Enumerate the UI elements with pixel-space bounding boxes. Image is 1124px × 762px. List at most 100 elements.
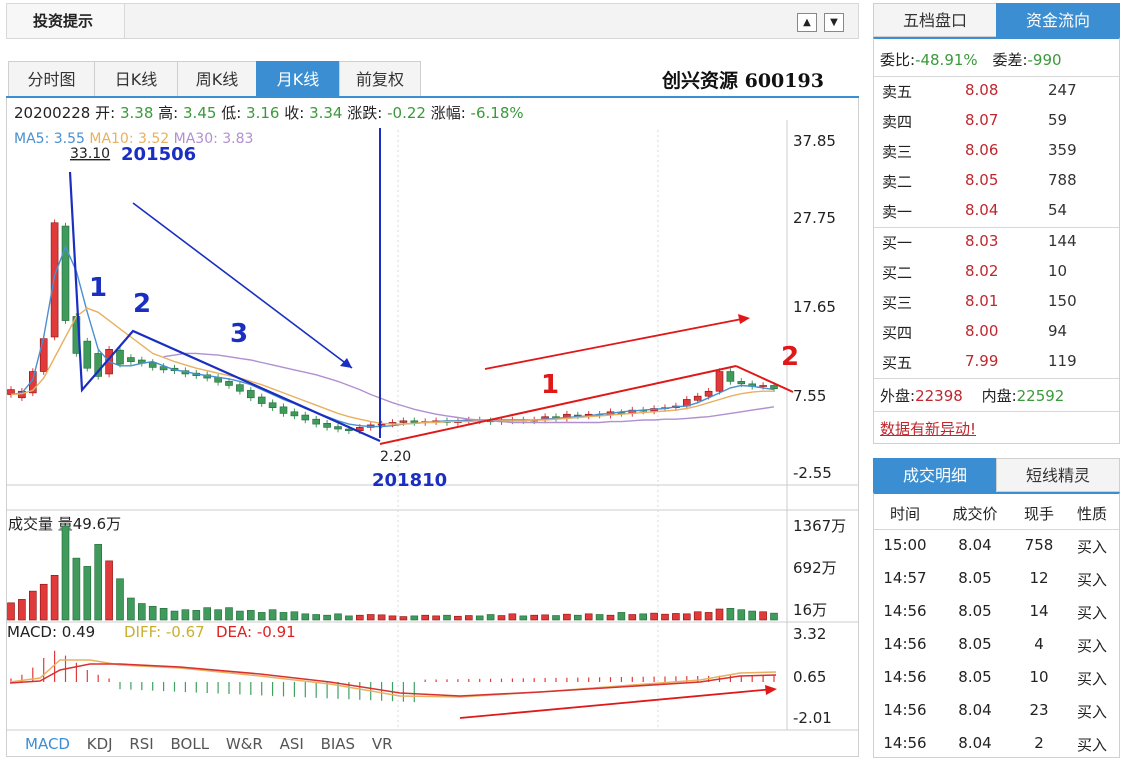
trade-volume: 12	[1029, 569, 1049, 587]
buy-label: 买二	[882, 264, 913, 282]
indicator-wr[interactable]: W&R	[226, 735, 263, 753]
sell-price: 8.05	[965, 171, 999, 189]
volume-bar	[72, 557, 81, 621]
volume-bar	[682, 613, 691, 621]
divider	[874, 411, 1119, 412]
candle	[257, 396, 266, 404]
buy-price: 7.99	[965, 352, 999, 370]
volume-bar	[268, 609, 277, 621]
indicator-rsi[interactable]: RSI	[129, 735, 153, 753]
price-tick: 7.55	[793, 387, 826, 405]
tab-order-book[interactable]: 五档盘口	[873, 3, 997, 37]
volume-bar	[214, 609, 222, 621]
volume-bar	[159, 608, 168, 621]
sell-label: 卖三	[882, 143, 913, 161]
indicator-kdj[interactable]: KDJ	[87, 735, 113, 753]
volume-bar	[693, 611, 702, 621]
sell-volume: 359	[1048, 141, 1077, 159]
wei-bi-row: 委比:-48.91% 委差:-990	[880, 49, 1062, 71]
buy-label: 买五	[882, 354, 913, 372]
candle	[399, 420, 408, 423]
indicator-asi[interactable]: ASI	[280, 735, 304, 753]
volume-bar	[290, 611, 299, 621]
macd-tick: -2.01	[793, 709, 832, 727]
volume-bar	[464, 615, 473, 621]
trade-price: 8.05	[958, 569, 992, 587]
trade-time: 14:56	[883, 701, 927, 719]
volume-bar	[39, 583, 48, 621]
price-tick: -2.55	[793, 464, 832, 482]
sell-volume: 54	[1048, 201, 1068, 219]
col-price-header: 成交价	[952, 505, 998, 523]
indicator-boll[interactable]: BOLL	[171, 735, 210, 753]
volume-bar	[432, 615, 440, 621]
volume-bar	[7, 602, 15, 621]
candle	[50, 222, 59, 338]
candle	[312, 418, 321, 425]
ma5-line	[10, 244, 775, 428]
volume-bar	[148, 605, 157, 621]
low-date-label: 201810	[372, 470, 447, 491]
trade-price: 8.05	[958, 668, 992, 686]
volume-bar	[606, 614, 615, 621]
trade-row: 14:57 8.05 12 买入	[874, 569, 1119, 591]
indicator-bias[interactable]: BIAS	[321, 735, 356, 753]
candle	[704, 390, 713, 397]
buy-label: 买三	[882, 294, 913, 312]
volume-bar	[192, 610, 201, 621]
volume-bar	[650, 612, 658, 621]
sell-price: 8.08	[965, 81, 999, 99]
volume-bar	[410, 615, 419, 621]
volume-bar	[127, 597, 135, 621]
arrowhead-icon	[765, 685, 777, 695]
trade-price: 8.04	[958, 734, 992, 752]
volume-bar	[247, 610, 255, 621]
tab-fund-flow[interactable]: 资金流向	[996, 3, 1120, 37]
buy-price: 8.01	[965, 292, 999, 310]
annotation-up-arrow	[484, 317, 748, 370]
trade-time: 14:56	[883, 635, 927, 653]
order-book: 委比:-48.91% 委差:-990 卖五 8.08 247 卖四 8.07 59 卖三 8.…	[873, 37, 1120, 444]
buy-price: 8.00	[965, 322, 999, 340]
indicator-tabs: MACD KDJ RSI BOLL W&R ASI BIAS VR	[25, 735, 393, 753]
volume-bar	[366, 614, 375, 621]
volume-bar	[279, 612, 288, 621]
divider	[874, 227, 1119, 228]
wave-label-3: 3	[230, 319, 248, 349]
volume-bar	[421, 614, 430, 621]
alert-link[interactable]: 数据有新异动!	[880, 418, 976, 440]
candle	[247, 390, 255, 399]
volume-bar	[301, 613, 310, 621]
volume-bar	[28, 590, 37, 621]
volume-bar	[573, 614, 582, 621]
indicator-vr[interactable]: VR	[372, 735, 393, 753]
wave-label-1: 1	[89, 273, 107, 303]
volume-bar	[475, 615, 484, 621]
volume-bar	[672, 613, 680, 621]
trade-row: 15:00 8.04 758 买入	[874, 536, 1119, 558]
wai-nei-row: 外盘:22398 内盘:22592	[880, 385, 1120, 407]
tab-trade-detail[interactable]: 成交明细	[873, 458, 997, 492]
volume-bar	[236, 610, 244, 621]
sell-price: 8.07	[965, 111, 999, 129]
wei-cha-value: -990	[1027, 51, 1062, 69]
volume-bar	[584, 613, 593, 621]
buy-label: 买一	[882, 234, 913, 252]
candle	[236, 384, 244, 392]
candle	[290, 411, 299, 417]
nei-value: 22592	[1016, 387, 1065, 405]
indicator-macd[interactable]: MACD	[25, 735, 70, 753]
candle	[61, 225, 70, 321]
price-tick: 37.85	[793, 132, 836, 150]
tab-short-spirit[interactable]: 短线精灵	[996, 458, 1120, 492]
trade-type: 买入	[1076, 637, 1107, 655]
trade-type: 买入	[1076, 604, 1107, 622]
volume-bar	[661, 613, 669, 621]
high-date-label: 201506	[121, 144, 196, 165]
nei-label: 内盘:	[981, 387, 1017, 405]
volume-bar	[639, 613, 648, 621]
col-time-header: 时间	[889, 505, 920, 523]
volume-bar	[181, 609, 190, 621]
buy-volume: 119	[1048, 352, 1077, 370]
trade-price: 8.05	[958, 602, 992, 620]
